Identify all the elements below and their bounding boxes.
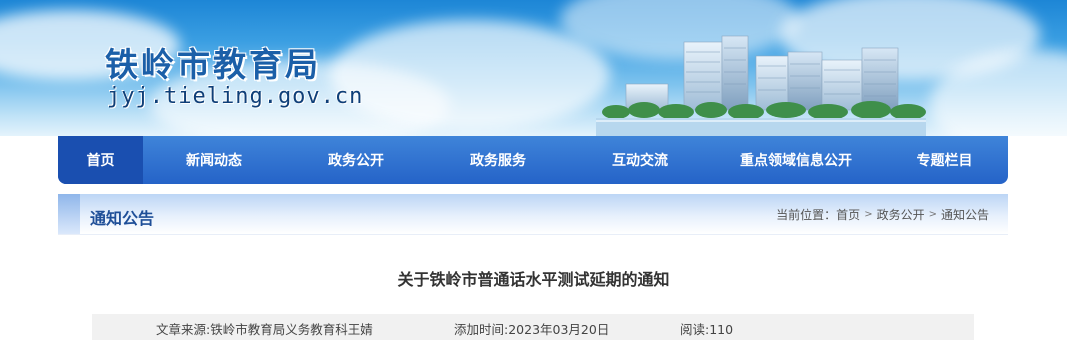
breadcrumb-item-home[interactable]: 首页: [836, 206, 860, 223]
nav-item-news[interactable]: 新闻动态: [143, 136, 285, 184]
breadcrumb-item-government-affairs[interactable]: 政务公开: [877, 206, 925, 223]
article-title: 关于铁岭市普通话水平测试延期的通知: [397, 270, 670, 289]
header-banner: 铁岭市教育局 jyj.tieling.gov.cn: [0, 0, 1067, 136]
nav-item-government-services[interactable]: 政务服务: [427, 136, 569, 184]
nav-item-special-topics[interactable]: 专题栏目: [881, 136, 1008, 184]
nav-item-interaction[interactable]: 互动交流: [569, 136, 711, 184]
site-domain: jyj.tieling.gov.cn: [107, 84, 364, 109]
article-views: 阅读:110: [680, 322, 734, 337]
main-nav: 首页 新闻动态 政务公开 政务服务 互动交流 重点领域信息公开 专题栏目: [58, 136, 1008, 184]
nav-item-government-affairs-disclosure[interactable]: 政务公开: [285, 136, 427, 184]
site-name: 铁岭市教育局: [105, 45, 321, 84]
cloud-decoration: [330, 20, 610, 130]
breadcrumb-prefix: 当前位置：: [776, 208, 837, 222]
section-title: 通知公告: [90, 209, 155, 228]
chevron-right-icon: >: [864, 209, 873, 220]
section-accent: [58, 194, 80, 234]
chevron-right-icon: >: [928, 209, 937, 220]
nav-item-key-areas-disclosure[interactable]: 重点领域信息公开: [711, 136, 881, 184]
breadcrumb-item-notices[interactable]: 通知公告: [941, 206, 989, 223]
breadcrumb: 当前位置： 首页 > 政务公开 > 通知公告: [776, 206, 989, 223]
city-buildings-illustration: [596, 35, 926, 136]
article-date: 添加时间:2023年03月20日: [454, 322, 610, 337]
divider: [58, 234, 1008, 235]
nav-item-home[interactable]: 首页: [58, 136, 143, 184]
article-source: 文章来源:铁岭市教育局义务教育科王婧: [156, 322, 373, 337]
article-meta-bar: 文章来源:铁岭市教育局义务教育科王婧 添加时间:2023年03月20日 阅读:1…: [92, 314, 974, 340]
